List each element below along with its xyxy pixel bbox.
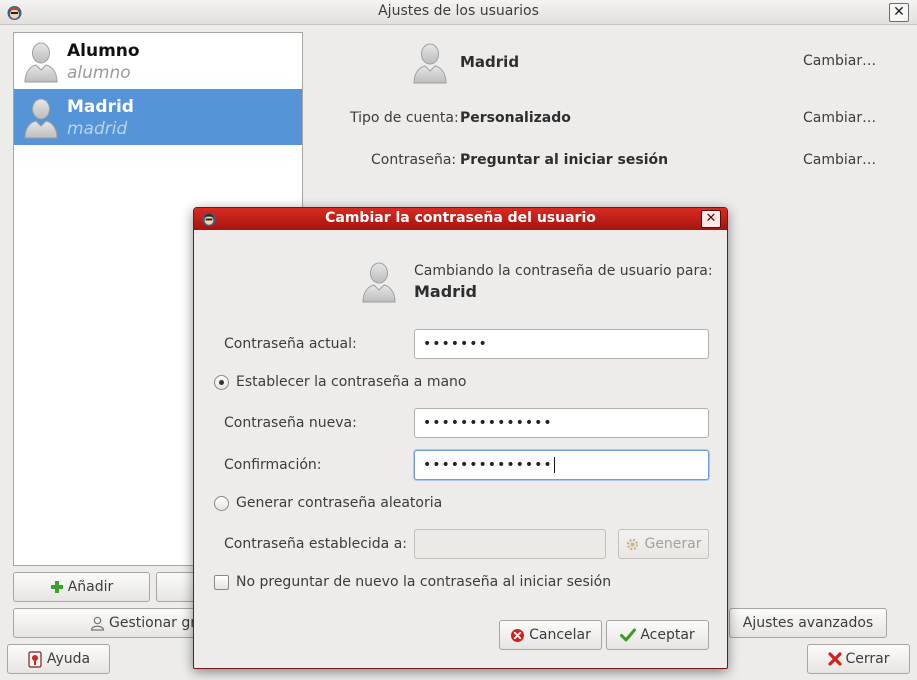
help-button[interactable]: Ayuda (7, 644, 110, 674)
accept-button[interactable]: Aceptar (606, 620, 709, 650)
user-name: Madrid (67, 97, 134, 117)
close-x-icon (828, 652, 842, 666)
window-close-button[interactable]: ✕ (889, 3, 909, 22)
advanced-settings-button[interactable]: Ajustes avanzados (729, 608, 887, 638)
generate-label: Generar (644, 536, 702, 552)
gear-icon (627, 538, 639, 550)
current-password-input[interactable]: ••••••• (414, 329, 709, 359)
random-password-radio-label: Generar contraseña aleatoria (236, 495, 443, 511)
user-login: alumno (67, 63, 131, 83)
set-password-input[interactable] (414, 529, 606, 559)
manual-password-radio[interactable] (214, 375, 229, 390)
help-book-icon (28, 650, 42, 668)
new-password-value: •••••••••••••• (423, 415, 553, 431)
user-avatar-icon (23, 97, 59, 139)
checkmark-icon (620, 628, 637, 642)
confirm-password-label: Confirmación: (224, 457, 322, 473)
current-password-value: ••••••• (423, 336, 488, 352)
dialog-titlebar: Cambiar la contraseña del usuario ✕ (194, 208, 727, 230)
user-name: Alumno (67, 41, 140, 61)
user-avatar-icon (361, 261, 397, 303)
cancel-label: Cancelar (529, 627, 591, 643)
generate-button[interactable]: Generar (618, 529, 709, 559)
account-type-label: Tipo de cuenta: (350, 110, 459, 126)
window-titlebar: Ajustes de los usuarios ✕ (0, 0, 917, 25)
dialog-close-button[interactable]: ✕ (701, 210, 721, 228)
dialog-title: Cambiar la contraseña del usuario (325, 210, 596, 226)
close-button[interactable]: Cerrar (807, 644, 910, 674)
change-name-link[interactable]: Cambiar… (803, 53, 876, 69)
accept-label: Aceptar (640, 627, 695, 643)
user-list-item-madrid[interactable]: Madrid madrid (14, 89, 302, 145)
confirm-password-input[interactable]: •••••••••••••• (414, 450, 709, 480)
no-ask-password-checkbox[interactable] (214, 575, 229, 590)
change-password-link[interactable]: Cambiar… (803, 152, 876, 168)
random-password-radio[interactable] (214, 496, 229, 511)
password-value: Preguntar al iniciar sesión (460, 152, 669, 168)
user-avatar-icon (412, 42, 448, 84)
user-login: madrid (67, 119, 128, 139)
window-title: Ajustes de los usuarios (378, 3, 539, 19)
help-label: Ayuda (46, 651, 91, 667)
advanced-settings-label: Ajustes avanzados (742, 615, 874, 631)
no-ask-password-label: No preguntar de nuevo la contraseña al i… (236, 574, 612, 590)
user-group-icon (90, 616, 105, 631)
plus-icon (50, 580, 64, 594)
cancel-button[interactable]: Cancelar (499, 620, 602, 650)
change-password-dialog: Cambiar la contraseña del usuario ✕ Camb… (193, 207, 728, 669)
add-user-label: Añadir (67, 579, 114, 595)
set-password-label: Contraseña establecida a: (224, 536, 408, 552)
new-password-label: Contraseña nueva: (224, 415, 357, 431)
text-cursor (553, 457, 555, 473)
dialog-heading: Cambiando la contraseña de usuario para: (414, 263, 713, 279)
change-account-type-link[interactable]: Cambiar… (803, 110, 876, 126)
user-list-item-alumno[interactable]: Alumno alumno (14, 33, 302, 89)
new-password-input[interactable]: •••••••••••••• (414, 408, 709, 438)
current-password-label: Contraseña actual: (224, 336, 357, 352)
manage-groups-label: Gestionar gr (109, 615, 197, 631)
account-type-value: Personalizado (460, 110, 571, 126)
details-user-name: Madrid (460, 53, 520, 71)
password-label: Contraseña: (371, 152, 457, 168)
dialog-heading-user: Madrid (414, 282, 477, 301)
close-label: Cerrar (845, 651, 890, 667)
confirm-password-value: •••••••••••••• (423, 457, 553, 473)
manual-password-radio-label: Establecer la contraseña a mano (236, 374, 467, 390)
add-user-button[interactable]: Añadir (13, 572, 150, 602)
cancel-icon (511, 628, 525, 642)
user-avatar-icon (23, 41, 59, 83)
